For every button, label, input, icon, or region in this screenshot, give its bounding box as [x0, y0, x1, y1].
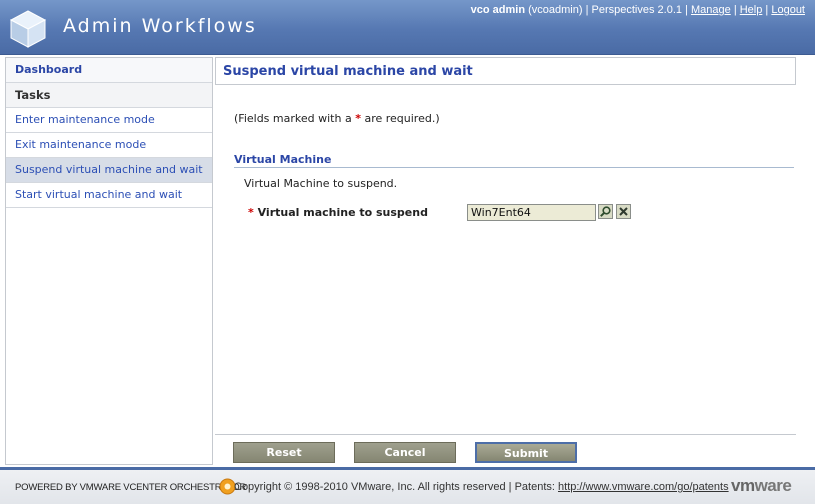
sidebar-item-exit-maintenance-mode[interactable]: Exit maintenance mode	[6, 133, 212, 158]
separator: |	[685, 4, 688, 16]
section-title: Virtual Machine	[234, 153, 794, 168]
copyright-label: Copyright © 1998-2010 VMware, Inc. All r…	[234, 481, 555, 493]
vmware-logo: vmware	[731, 476, 792, 496]
right-gutter	[796, 57, 815, 465]
separator: |	[765, 4, 769, 16]
section-description: Virtual Machine to suspend.	[244, 177, 398, 190]
required-fields-note: (Fields marked with a * are required.)	[234, 112, 440, 125]
logout-link[interactable]: Logout	[771, 4, 805, 16]
separator: |	[733, 4, 737, 16]
sidebar: Dashboard Tasks Enter maintenance mode E…	[5, 57, 213, 465]
vm-chooser-field[interactable]: Win7Ent64	[467, 204, 596, 221]
manage-link[interactable]: Manage	[691, 4, 731, 16]
vm-field-label: * Virtual machine to suspend	[248, 206, 428, 219]
patents-link[interactable]: http://www.vmware.com/go/patents	[558, 481, 729, 493]
search-button[interactable]	[598, 204, 613, 219]
required-note-prefix: (Fields marked with a	[234, 112, 352, 125]
submit-button[interactable]: Submit	[475, 442, 577, 463]
workflow-form: (Fields marked with a * are required.) V…	[215, 86, 796, 434]
vmware-logo-vm: vm	[731, 476, 755, 495]
app-header: Admin Workflows vco admin (vcoadmin) | P…	[0, 0, 815, 55]
sidebar-item-dashboard[interactable]: Dashboard	[6, 58, 212, 83]
app-title: Admin Workflows	[63, 15, 257, 37]
user-links: vco admin (vcoadmin) | Perspectives 2.0.…	[471, 4, 805, 16]
user-name: vco admin	[470, 4, 526, 16]
sidebar-item-suspend-vm[interactable]: Suspend virtual machine and wait	[6, 158, 212, 183]
powered-by-text: POWERED BY VMWARE VCENTER ORCHESTRATOR	[15, 482, 247, 493]
reset-button[interactable]: Reset	[233, 442, 335, 463]
copyright-text: Copyright © 1998-2010 VMware, Inc. All r…	[234, 481, 729, 493]
action-bar: Reset Cancel Submit	[215, 434, 796, 465]
perspectives-label: Perspectives 2.0.1	[591, 4, 683, 16]
footer: POWERED BY VMWARE VCENTER ORCHESTRATOR C…	[0, 467, 815, 504]
page-title: Suspend virtual machine and wait	[223, 64, 473, 79]
help-link[interactable]: Help	[740, 4, 763, 16]
sidebar-tasks-heading: Tasks	[6, 83, 212, 108]
vmware-logo-ware: ware	[754, 476, 792, 495]
required-star: *	[355, 112, 361, 125]
user-id: (vcoadmin)	[528, 4, 583, 16]
sidebar-item-start-vm[interactable]: Start virtual machine and wait	[6, 183, 212, 208]
cube-icon	[9, 10, 47, 48]
separator: |	[585, 4, 589, 16]
required-note-suffix: are required.)	[364, 112, 440, 125]
vm-field-label-text: Virtual machine to suspend	[257, 206, 428, 219]
cancel-button[interactable]: Cancel	[354, 442, 456, 463]
close-icon	[619, 207, 628, 216]
main-title-bar: Suspend virtual machine and wait	[215, 57, 796, 85]
magnifier-icon	[600, 206, 611, 217]
clear-button[interactable]	[616, 204, 631, 219]
required-star: *	[248, 206, 254, 219]
sidebar-item-enter-maintenance-mode[interactable]: Enter maintenance mode	[6, 108, 212, 133]
